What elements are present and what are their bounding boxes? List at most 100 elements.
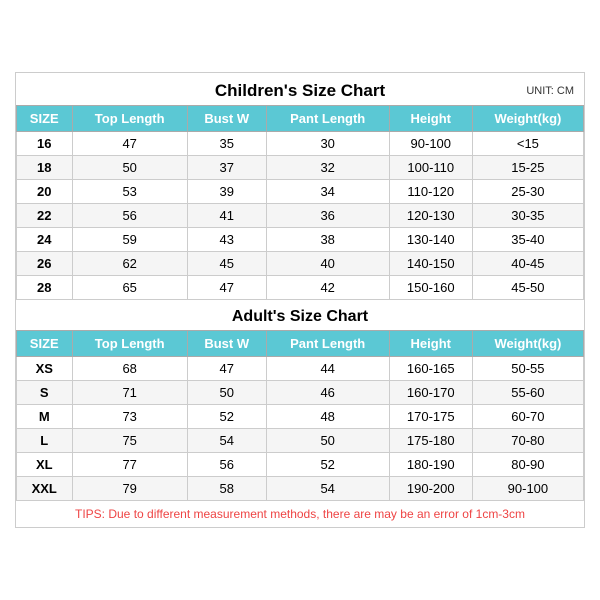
- table-cell: 65: [72, 276, 187, 300]
- table-cell: 90-100: [472, 477, 583, 501]
- children-header-row: SIZE Top Length Bust W Pant Length Heigh…: [17, 106, 584, 132]
- adult-table: SIZE Top Length Bust W Pant Length Heigh…: [16, 330, 584, 501]
- table-cell: 36: [266, 204, 389, 228]
- adult-col-size: SIZE: [17, 331, 73, 357]
- table-row: XL775652180-19080-90: [17, 453, 584, 477]
- table-cell: 59: [72, 228, 187, 252]
- table-cell: 77: [72, 453, 187, 477]
- tips-text: TIPS: Due to different measurement metho…: [75, 507, 525, 521]
- table-cell: 30: [266, 132, 389, 156]
- table-cell: 26: [17, 252, 73, 276]
- table-cell: 35: [187, 132, 266, 156]
- table-row: L755450175-18070-80: [17, 429, 584, 453]
- table-cell: 38: [266, 228, 389, 252]
- table-cell: 45: [187, 252, 266, 276]
- table-cell: 68: [72, 357, 187, 381]
- table-cell: 47: [187, 276, 266, 300]
- table-cell: 75: [72, 429, 187, 453]
- table-cell: 39: [187, 180, 266, 204]
- table-cell: 35-40: [472, 228, 583, 252]
- table-cell: 60-70: [472, 405, 583, 429]
- table-row: 20533934110-12025-30: [17, 180, 584, 204]
- children-col-weight: Weight(kg): [472, 106, 583, 132]
- table-cell: 50: [72, 156, 187, 180]
- children-title-row: Children's Size Chart UNIT: CM: [16, 73, 584, 105]
- adult-table-body: XS684744160-16550-55S715046160-17055-60M…: [17, 357, 584, 501]
- table-cell: XL: [17, 453, 73, 477]
- table-cell: 44: [266, 357, 389, 381]
- table-cell: 130-140: [389, 228, 472, 252]
- table-cell: 25-30: [472, 180, 583, 204]
- children-col-pantlength: Pant Length: [266, 106, 389, 132]
- table-cell: 30-35: [472, 204, 583, 228]
- table-row: S715046160-17055-60: [17, 381, 584, 405]
- tips-row: TIPS: Due to different measurement metho…: [16, 501, 584, 527]
- table-cell: 47: [72, 132, 187, 156]
- adult-chart-title: Adult's Size Chart: [232, 308, 368, 326]
- adult-col-toplength: Top Length: [72, 331, 187, 357]
- table-cell: 15-25: [472, 156, 583, 180]
- table-cell: 110-120: [389, 180, 472, 204]
- table-cell: 90-100: [389, 132, 472, 156]
- table-cell: 73: [72, 405, 187, 429]
- table-row: 26624540140-15040-45: [17, 252, 584, 276]
- table-cell: 18: [17, 156, 73, 180]
- table-cell: 50: [266, 429, 389, 453]
- table-cell: 41: [187, 204, 266, 228]
- table-cell: XS: [17, 357, 73, 381]
- adult-col-weight: Weight(kg): [472, 331, 583, 357]
- table-cell: 28: [17, 276, 73, 300]
- table-cell: 55-60: [472, 381, 583, 405]
- table-cell: 160-170: [389, 381, 472, 405]
- table-cell: 56: [72, 204, 187, 228]
- table-cell: 80-90: [472, 453, 583, 477]
- table-cell: 40: [266, 252, 389, 276]
- table-cell: 62: [72, 252, 187, 276]
- children-col-toplength: Top Length: [72, 106, 187, 132]
- table-cell: 37: [187, 156, 266, 180]
- table-row: 18503732100-11015-25: [17, 156, 584, 180]
- table-cell: 34: [266, 180, 389, 204]
- table-cell: 71: [72, 381, 187, 405]
- table-row: 24594338130-14035-40: [17, 228, 584, 252]
- table-cell: 50-55: [472, 357, 583, 381]
- table-row: 22564136120-13030-35: [17, 204, 584, 228]
- table-cell: 58: [187, 477, 266, 501]
- adult-col-pantlength: Pant Length: [266, 331, 389, 357]
- children-col-height: Height: [389, 106, 472, 132]
- table-cell: 52: [187, 405, 266, 429]
- children-table: SIZE Top Length Bust W Pant Length Heigh…: [16, 105, 584, 300]
- table-cell: 20: [17, 180, 73, 204]
- adult-header-row: SIZE Top Length Bust W Pant Length Heigh…: [17, 331, 584, 357]
- table-cell: 47: [187, 357, 266, 381]
- adult-col-bustw: Bust W: [187, 331, 266, 357]
- table-cell: 22: [17, 204, 73, 228]
- table-row: XXL795854190-20090-100: [17, 477, 584, 501]
- table-cell: 100-110: [389, 156, 472, 180]
- table-cell: 150-160: [389, 276, 472, 300]
- size-chart-container: Children's Size Chart UNIT: CM SIZE Top …: [15, 72, 585, 528]
- table-row: 28654742150-16045-50: [17, 276, 584, 300]
- table-cell: 40-45: [472, 252, 583, 276]
- table-cell: 46: [266, 381, 389, 405]
- children-chart-title: Children's Size Chart: [215, 81, 385, 101]
- adult-col-height: Height: [389, 331, 472, 357]
- table-cell: 50: [187, 381, 266, 405]
- table-cell: 180-190: [389, 453, 472, 477]
- table-cell: 48: [266, 405, 389, 429]
- table-cell: S: [17, 381, 73, 405]
- table-cell: 52: [266, 453, 389, 477]
- table-cell: 56: [187, 453, 266, 477]
- table-cell: 120-130: [389, 204, 472, 228]
- table-cell: 54: [266, 477, 389, 501]
- table-cell: M: [17, 405, 73, 429]
- table-cell: 45-50: [472, 276, 583, 300]
- children-table-body: 1647353090-100<1518503732100-11015-25205…: [17, 132, 584, 300]
- table-cell: <15: [472, 132, 583, 156]
- unit-label: UNIT: CM: [526, 85, 574, 97]
- table-cell: 42: [266, 276, 389, 300]
- table-cell: 43: [187, 228, 266, 252]
- table-cell: 54: [187, 429, 266, 453]
- table-cell: 175-180: [389, 429, 472, 453]
- table-cell: 170-175: [389, 405, 472, 429]
